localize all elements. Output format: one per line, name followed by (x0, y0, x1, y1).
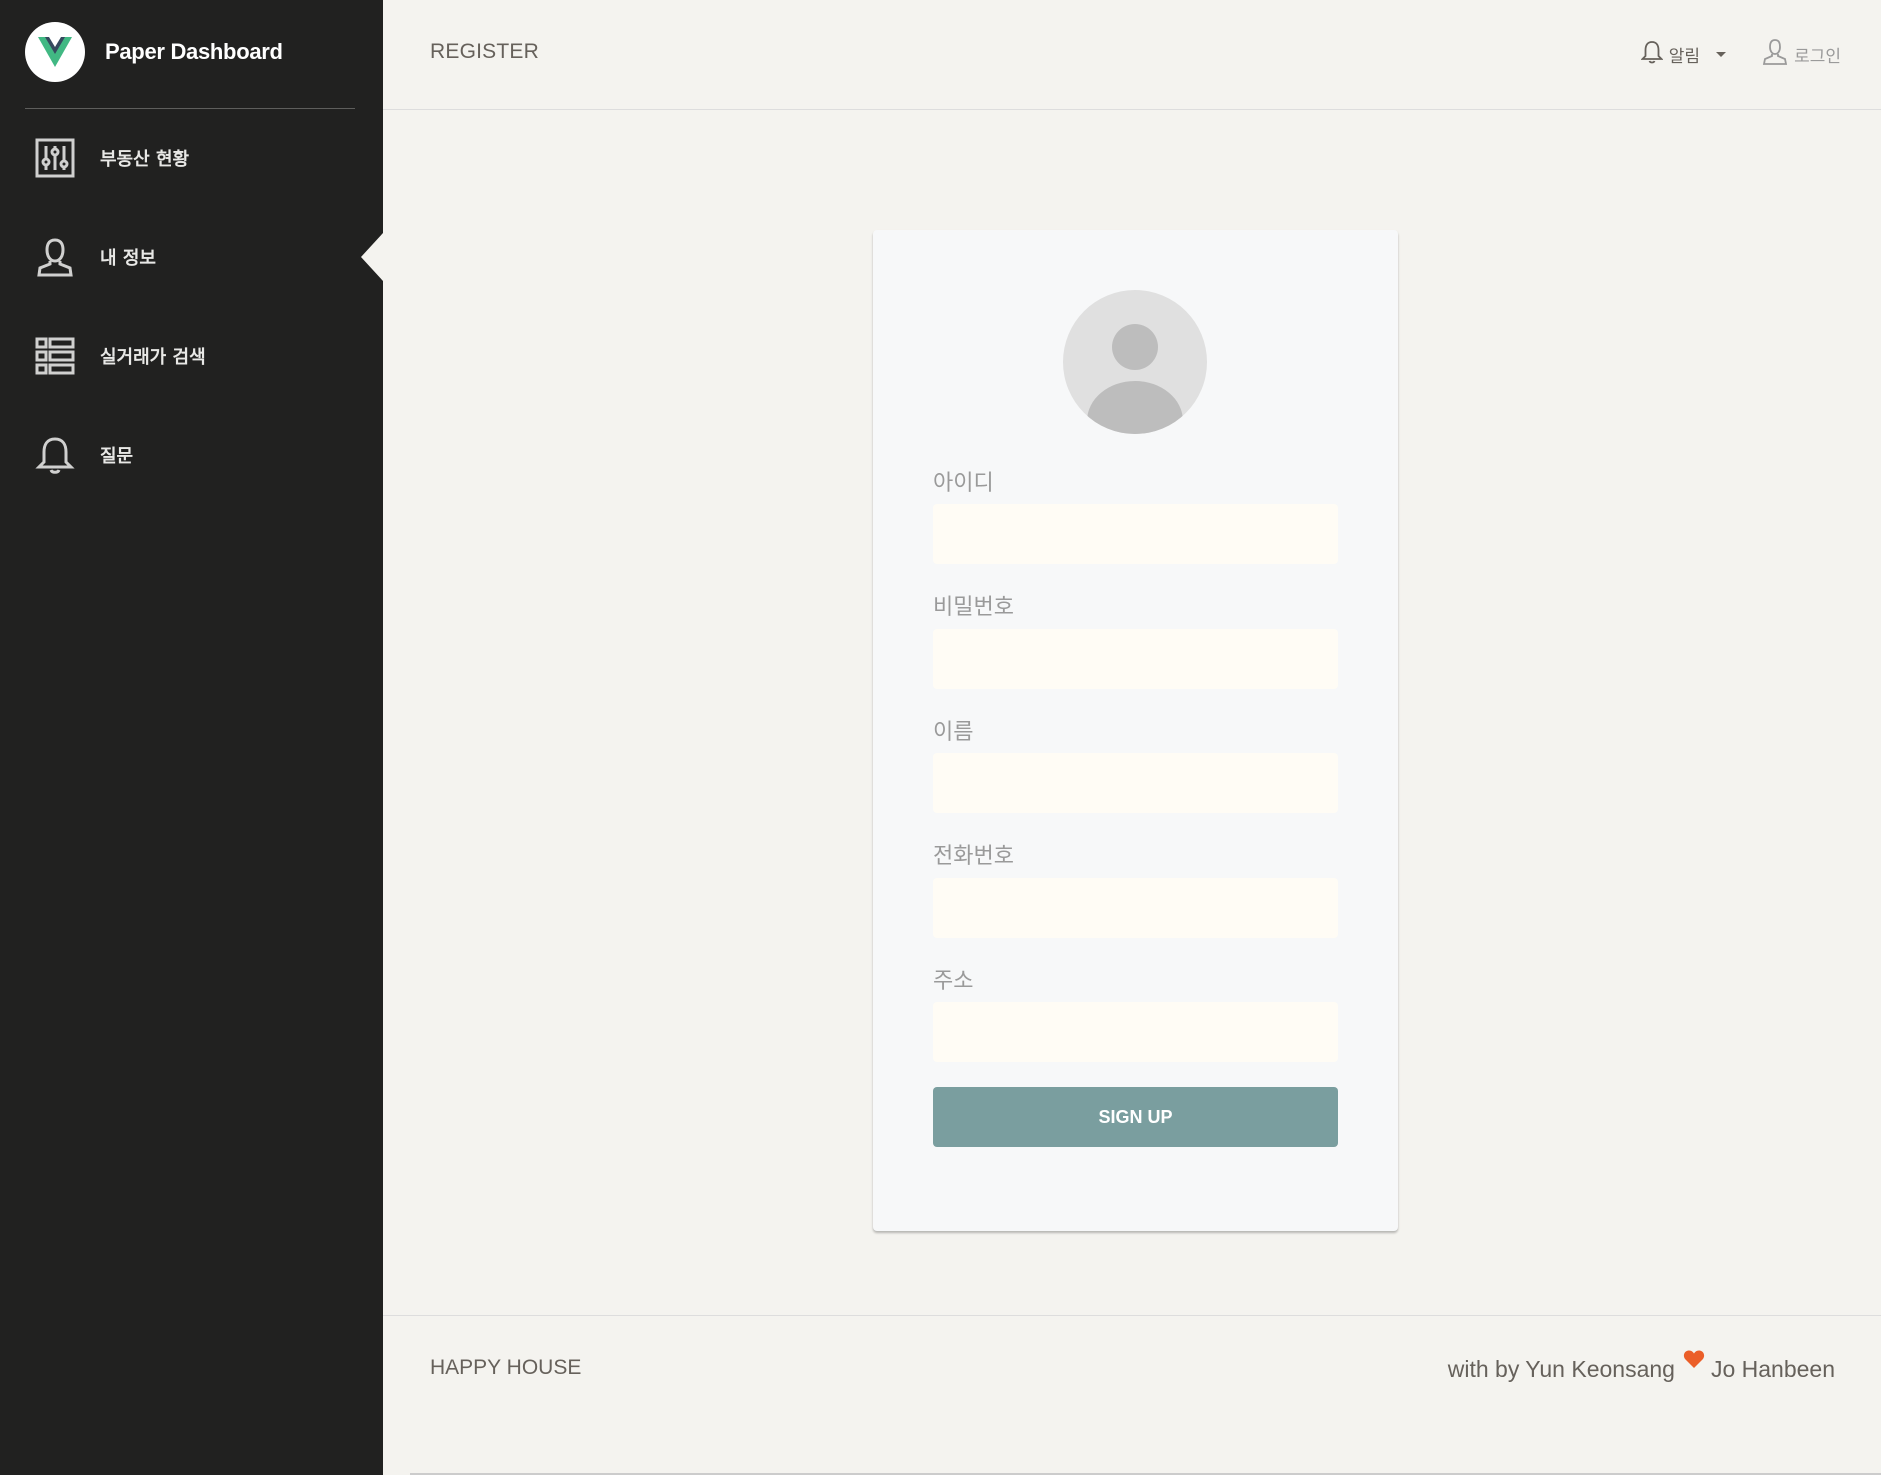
notifications-dropdown[interactable]: 알림 (1640, 40, 1727, 69)
sidebar-item-my-info[interactable]: 내 정보 (0, 222, 383, 292)
bell-icon (35, 435, 75, 475)
sidebar-item-label: 질문 (100, 446, 134, 467)
avatar (1063, 290, 1207, 434)
phone-field[interactable] (933, 878, 1338, 938)
sidebar-item-label: 실거래가 검색 (100, 347, 206, 368)
chevron-down-icon (1716, 52, 1727, 57)
brand-divider (25, 108, 355, 109)
bell-icon (1640, 40, 1664, 69)
user-icon (1762, 38, 1788, 71)
notifications-label: 알림 (1668, 47, 1701, 67)
navbar-actions: 알림 로그인 (1640, 38, 1841, 71)
page-title[interactable]: REGISTER (430, 40, 539, 64)
sign-up-button[interactable]: SIGN UP (933, 1087, 1338, 1147)
top-navbar: REGISTER 알림 로그인 (383, 0, 1881, 110)
footer: HAPPY HOUSE with by Yun Keonsang Jo Hanb… (383, 1315, 1881, 1475)
user-icon (35, 237, 75, 277)
brand-name: Paper Dashboard (105, 39, 283, 64)
avatar-head-shape (1112, 324, 1158, 370)
login-link[interactable]: 로그인 (1762, 38, 1841, 71)
footer-credits: with by Yun Keonsang Jo Hanbeen (1447, 1350, 1835, 1383)
sliders-icon (35, 138, 75, 178)
heart-icon (1683, 1348, 1705, 1375)
brand[interactable]: Paper Dashboard (25, 22, 283, 82)
name-label: 이름 (933, 720, 974, 745)
phone-label: 전화번호 (933, 844, 1014, 869)
address-field[interactable] (933, 1002, 1338, 1062)
vue-logo-icon (25, 22, 85, 82)
sidebar: Paper Dashboard 부동산 현황 내 정보 실거래가 검색 질문 (0, 0, 383, 1475)
id-label: 아이디 (933, 471, 994, 496)
sidebar-item-questions[interactable]: 질문 (0, 420, 383, 490)
password-label: 비밀번호 (933, 595, 1014, 620)
register-card: 아이디 비밀번호 이름 전화번호 주소 SIGN UP (873, 230, 1398, 1231)
sidebar-item-real-estate-status[interactable]: 부동산 현황 (0, 123, 383, 193)
login-label: 로그인 (1794, 47, 1841, 67)
footer-brand[interactable]: HAPPY HOUSE (430, 1356, 581, 1380)
name-field[interactable] (933, 753, 1338, 813)
footer-credit-suffix: Jo Hanbeen (1710, 1356, 1835, 1382)
table-list-icon (35, 336, 75, 376)
sidebar-item-label: 부동산 현황 (100, 149, 190, 170)
footer-credit-prefix: with by Yun Keonsang (1447, 1356, 1675, 1382)
address-label: 주소 (933, 969, 974, 994)
id-field[interactable] (933, 504, 1338, 564)
active-indicator (361, 233, 383, 281)
password-field[interactable] (933, 629, 1338, 689)
avatar-body-shape (1087, 381, 1183, 434)
sidebar-item-label: 내 정보 (100, 248, 156, 269)
sidebar-item-price-search[interactable]: 실거래가 검색 (0, 321, 383, 391)
